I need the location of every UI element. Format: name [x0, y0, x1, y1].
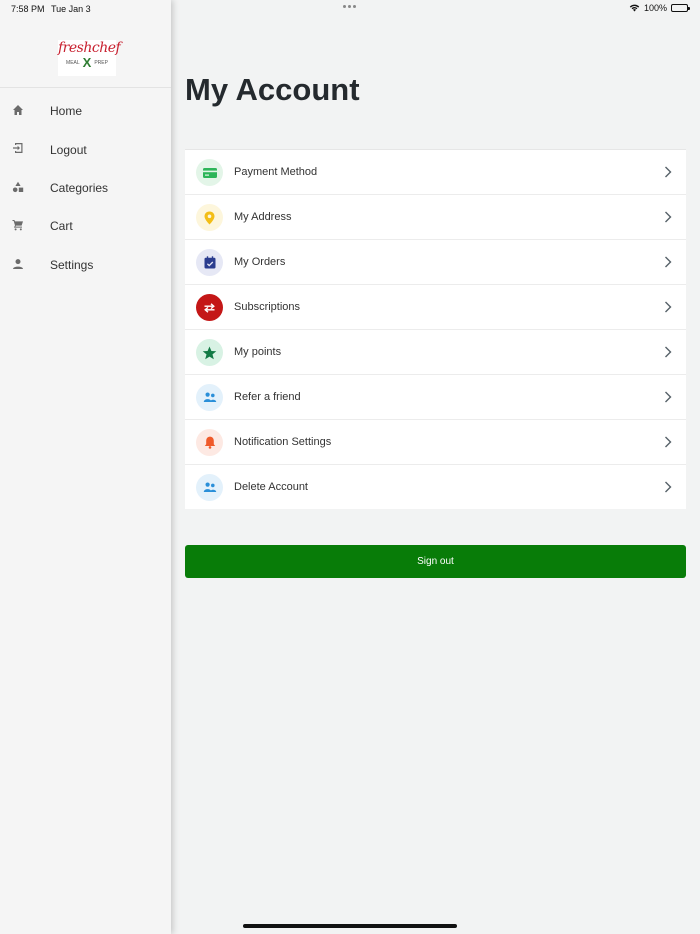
sidebar-item-logout[interactable]: Logout: [0, 130, 171, 168]
row-label: My points: [234, 346, 282, 358]
row-label: My Address: [234, 211, 292, 223]
sidebar-item-categories[interactable]: Categories: [0, 169, 171, 207]
battery-icon: [671, 4, 690, 12]
repeat-icon: [204, 302, 215, 313]
logout-icon: [13, 143, 23, 154]
main-content: My Account Payment Method My Address My …: [171, 0, 700, 934]
star-icon: [202, 346, 217, 359]
screen: 7:58 PM Tue Jan 3 100% freshchef MEAL X …: [0, 0, 700, 934]
users-icon: [203, 482, 216, 492]
status-time: 7:58 PM: [11, 4, 45, 14]
row-notification-settings[interactable]: Notification Settings: [185, 419, 686, 464]
row-icon-bg: [196, 339, 223, 366]
chevron-right-icon: [665, 391, 672, 403]
chevron-right-icon: [665, 346, 672, 358]
freshchef-logo[interactable]: freshchef MEAL X PREP: [58, 40, 121, 76]
sidebar-item-home[interactable]: Home: [0, 92, 171, 130]
sidebar-item-label: Logout: [50, 142, 87, 157]
row-subscriptions[interactable]: Subscriptions: [185, 284, 686, 329]
bell-icon: [204, 436, 215, 449]
row-icon-bg: [196, 249, 223, 276]
sidebar-item-label: Cart: [50, 219, 73, 234]
battery-percent: 100%: [643, 3, 667, 13]
status-date: Tue Jan 3: [51, 4, 91, 14]
row-label: Refer a friend: [234, 391, 301, 403]
users-icon: [203, 392, 216, 402]
logo-subline: MEAL X PREP: [58, 55, 116, 70]
cart-icon: [12, 220, 23, 231]
logo-brand: freshchef: [58, 40, 121, 56]
chevron-right-icon: [665, 436, 672, 448]
logo-area: freshchef MEAL X PREP: [0, 18, 171, 88]
sign-out-button[interactable]: Sign out: [185, 545, 686, 578]
row-label: Subscriptions: [234, 301, 301, 313]
status-bar: 7:58 PM Tue Jan 3 100%: [0, 0, 700, 18]
logo-prep: PREP: [94, 60, 108, 66]
row-my-orders[interactable]: My Orders: [185, 239, 686, 284]
logo-meal: MEAL: [66, 60, 80, 66]
row-label: Payment Method: [234, 166, 318, 178]
calendar-check-icon: [204, 256, 215, 269]
person-icon: [13, 258, 23, 269]
row-my-points[interactable]: My points: [185, 329, 686, 374]
row-label: Delete Account: [234, 481, 308, 493]
chevron-right-icon: [665, 166, 672, 178]
sidebar-item-label: Settings: [50, 257, 94, 272]
chevron-right-icon: [665, 481, 672, 493]
sidebar-item-cart[interactable]: Cart: [0, 207, 171, 245]
sidebar-item-label: Categories: [50, 180, 109, 195]
row-my-address[interactable]: My Address: [185, 194, 686, 239]
chevron-right-icon: [665, 211, 672, 223]
row-icon-bg: [196, 384, 223, 411]
account-menu-list: Payment Method My Address My Orders Subs…: [185, 149, 686, 509]
status-right: 100%: [629, 3, 690, 13]
logo-mark: X: [82, 55, 92, 70]
row-label: My Orders: [234, 256, 286, 268]
row-label: Notification Settings: [234, 436, 332, 448]
row-icon-bg: [196, 429, 223, 456]
sidebar-item-label: Home: [50, 104, 83, 119]
row-icon-bg: [196, 294, 223, 321]
sidebar-nav: Home Logout Categories Cart Settings: [0, 92, 171, 284]
multitasking-dots-icon[interactable]: [343, 5, 356, 8]
chevron-right-icon: [665, 256, 672, 268]
row-refer-a-friend[interactable]: Refer a friend: [185, 374, 686, 419]
location-pin-icon: [204, 211, 215, 224]
row-delete-account[interactable]: Delete Account: [185, 464, 686, 509]
wifi-icon: [629, 4, 640, 12]
sidebar-item-settings[interactable]: Settings: [0, 246, 171, 284]
categories-icon: [12, 181, 24, 192]
sidebar: freshchef MEAL X PREP Home Logout Catego…: [0, 0, 171, 934]
credit-card-icon: [202, 167, 217, 178]
row-icon-bg: [196, 204, 223, 231]
row-icon-bg: [196, 159, 223, 186]
home-icon: [13, 105, 23, 115]
row-payment-method[interactable]: Payment Method: [185, 149, 686, 194]
home-indicator[interactable]: [243, 924, 457, 928]
chevron-right-icon: [665, 301, 672, 313]
row-icon-bg: [196, 474, 223, 501]
page-title: My Account: [185, 72, 360, 107]
